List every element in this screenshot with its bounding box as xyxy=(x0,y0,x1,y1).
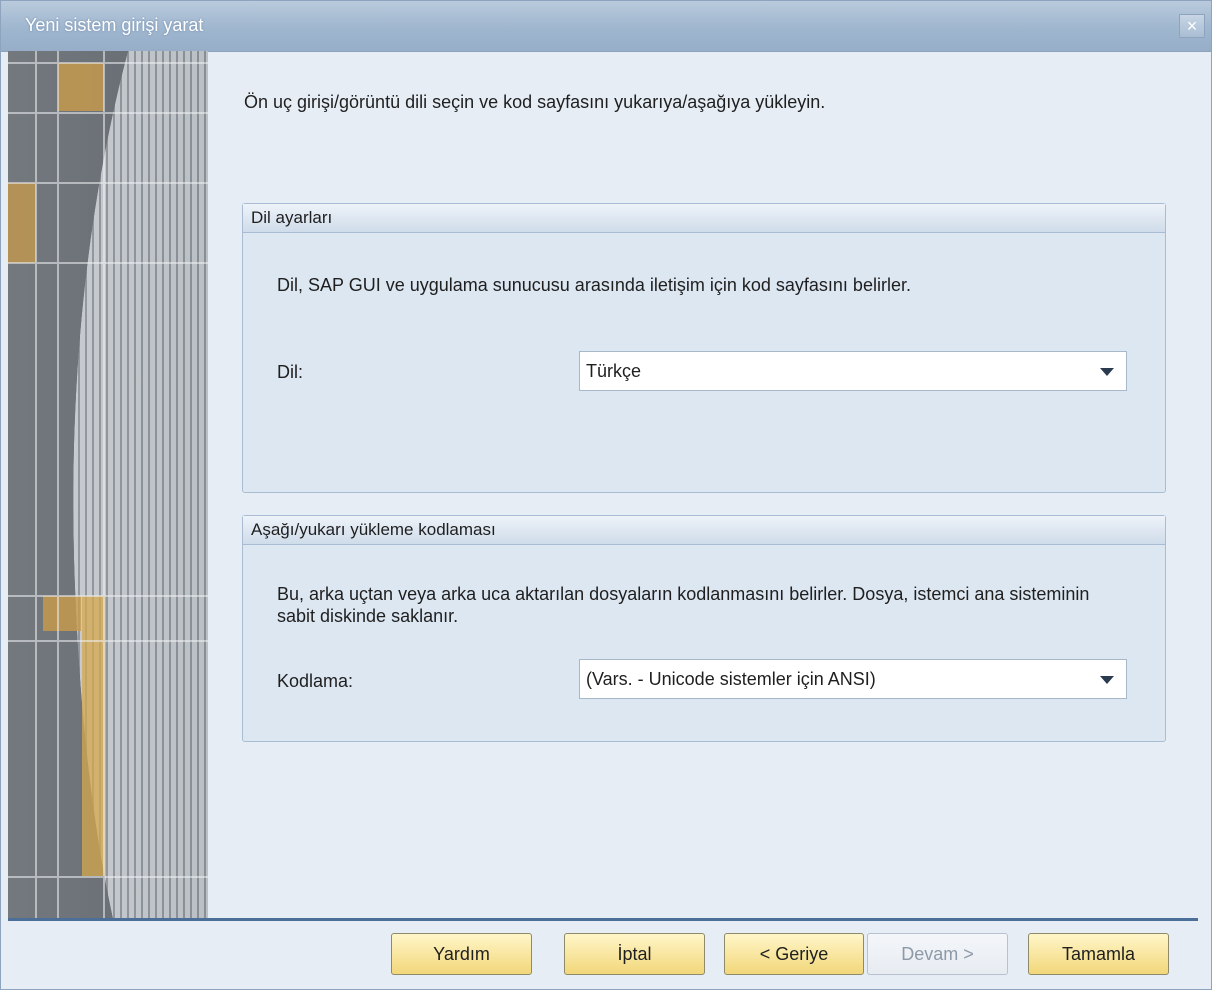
encoding-settings-group: Aşağı/yukarı yükleme kodlaması Bu, arka … xyxy=(242,515,1166,742)
architecture-image-icon xyxy=(8,51,208,919)
footer-divider xyxy=(8,918,1198,921)
new-system-entry-dialog: Yeni sistem girişi yarat × Ön uç girişi/… xyxy=(0,0,1212,990)
back-button[interactable]: < Geriye xyxy=(724,933,864,975)
language-description: Dil, SAP GUI ve uygulama sunucusu arasın… xyxy=(277,275,911,295)
encoding-label: Kodlama: xyxy=(277,671,354,691)
language-label: Dil: xyxy=(277,362,303,382)
wizard-instruction: Ön uç girişi/görüntü dili seçin ve kod s… xyxy=(244,92,826,112)
cancel-button[interactable]: İptal xyxy=(564,933,705,975)
encoding-description: Bu, arka uçtan veya arka uca aktarılan d… xyxy=(277,584,1090,626)
chevron-down-icon xyxy=(1100,368,1114,376)
title-bar: Yeni sistem girişi yarat × xyxy=(1,1,1211,52)
language-settings-header: Dil ayarları xyxy=(243,204,1165,233)
language-settings-title: Dil ayarları xyxy=(251,208,333,227)
finish-button[interactable]: Tamamla xyxy=(1028,933,1169,975)
wizard-side-image xyxy=(8,51,208,919)
close-icon: × xyxy=(1186,16,1198,36)
help-button[interactable]: Yardım xyxy=(391,933,532,975)
next-button[interactable]: Devam > xyxy=(867,933,1008,975)
close-button[interactable]: × xyxy=(1179,14,1205,38)
language-select[interactable]: Türkçe xyxy=(579,351,1127,391)
encoding-settings-header: Aşağı/yukarı yükleme kodlaması xyxy=(243,516,1165,545)
encoding-selected-value: (Vars. - Unicode sistemler için ANSI) xyxy=(586,669,876,689)
encoding-settings-title: Aşağı/yukarı yükleme kodlaması xyxy=(251,520,496,539)
language-selected-value: Türkçe xyxy=(586,361,642,381)
encoding-select[interactable]: (Vars. - Unicode sistemler için ANSI) xyxy=(579,659,1127,699)
window-title: Yeni sistem girişi yarat xyxy=(25,15,204,35)
language-settings-group: Dil ayarları Dil, SAP GUI ve uygulama su… xyxy=(242,203,1166,493)
chevron-down-icon xyxy=(1100,676,1114,684)
